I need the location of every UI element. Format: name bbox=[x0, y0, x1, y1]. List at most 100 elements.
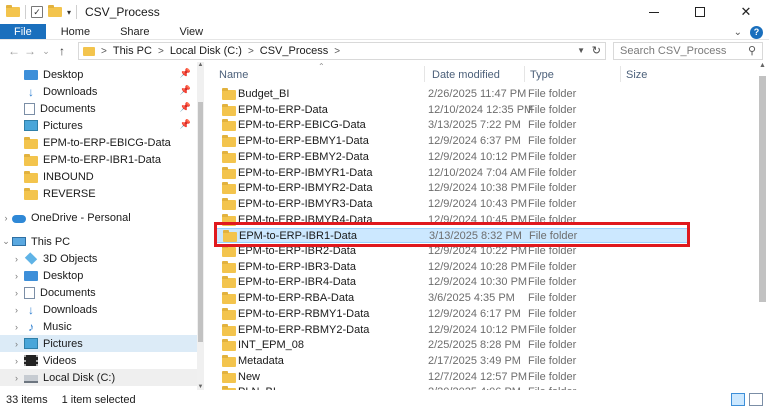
sidebar-item-this-pc[interactable]: ⌄ This PC bbox=[0, 233, 197, 250]
scroll-up-icon[interactable]: ▲ bbox=[756, 62, 769, 69]
large-icons-view-icon[interactable] bbox=[749, 393, 763, 406]
folder-icon bbox=[24, 153, 38, 166]
sidebar-item-documents[interactable]: › Documents bbox=[0, 284, 197, 301]
file-row[interactable]: EPM-to-ERP-IBR4-Data 12/9/2024 10:30 PM Fi… bbox=[216, 275, 690, 290]
recent-locations-button[interactable]: ⌄ bbox=[38, 46, 54, 57]
tab-view[interactable]: View bbox=[164, 24, 218, 39]
breadcrumb-csv-process[interactable]: CSV_Process bbox=[260, 45, 328, 57]
tab-home[interactable]: Home bbox=[46, 24, 105, 39]
file-row[interactable]: INT_EPM_08 2/25/2025 8:28 PM File folder bbox=[216, 338, 690, 353]
tab-file[interactable]: File bbox=[0, 24, 46, 39]
breadcrumb-local-disk[interactable]: Local Disk (C:) bbox=[170, 45, 242, 57]
column-divider[interactable] bbox=[524, 66, 525, 82]
properties-icon[interactable]: ✓ bbox=[31, 6, 43, 18]
folder-icon bbox=[222, 323, 236, 336]
back-button[interactable]: ← bbox=[6, 44, 22, 58]
chevron-right-icon[interactable]: > bbox=[334, 46, 340, 57]
sidebar-item-desktop[interactable]: › Desktop bbox=[0, 267, 197, 284]
search-input[interactable]: Search CSV_Process ⚲ bbox=[613, 42, 763, 60]
file-row[interactable]: Budget_BI 2/26/2025 11:47 PM File folder bbox=[216, 87, 690, 102]
help-icon[interactable]: ? bbox=[750, 25, 763, 39]
minimize-button[interactable] bbox=[631, 0, 677, 24]
sidebar-item-reverse[interactable]: REVERSE bbox=[0, 185, 197, 202]
file-row[interactable]: EPM-to-ERP-RBMY2-Data 12/9/2024 10:12 PM F… bbox=[216, 323, 690, 338]
sidebar-item-inbound[interactable]: INBOUND bbox=[0, 168, 197, 185]
chevron-right-icon[interactable]: › bbox=[0, 254, 24, 264]
file-row[interactable]: EPM-to-ERP-IBR3-Data 12/9/2024 10:28 PM Fi… bbox=[216, 260, 690, 275]
forward-button[interactable]: → bbox=[22, 44, 38, 58]
scroll-up-icon[interactable]: ▲ bbox=[197, 62, 204, 68]
sidebar-item-videos[interactable]: › Videos bbox=[0, 352, 197, 369]
column-header-date[interactable]: Date modified bbox=[432, 69, 500, 81]
file-name: EPM-to-ERP-Data bbox=[238, 103, 328, 116]
breadcrumb-this-pc[interactable]: This PC bbox=[113, 45, 152, 57]
scroll-down-icon[interactable]: ▼ bbox=[197, 384, 204, 390]
sidebar-item-label: Downloads bbox=[43, 303, 98, 316]
chevron-right-icon[interactable]: › bbox=[0, 288, 24, 298]
address-bar[interactable]: > This PC > Local Disk (C:) > CSV_Proces… bbox=[78, 42, 606, 60]
sidebar-scrollbar[interactable]: ▲ ▼ bbox=[197, 62, 204, 390]
file-list-scrollbar[interactable]: ▲ bbox=[756, 62, 769, 390]
chevron-down-icon[interactable]: ⌄ bbox=[0, 236, 12, 247]
desktop-icon bbox=[24, 270, 38, 281]
file-row[interactable]: EPM-to-ERP-RBMY1-Data 12/9/2024 6:17 PM Fi… bbox=[216, 307, 690, 322]
column-header-name[interactable]: Name bbox=[219, 69, 248, 81]
chevron-right-icon[interactable]: > bbox=[101, 46, 107, 57]
new-folder-icon[interactable] bbox=[48, 5, 62, 17]
sidebar-item-ebicg[interactable]: EPM-to-ERP-EBICG-Data bbox=[0, 134, 197, 151]
sidebar-item-documents-pinned[interactable]: Documents 📌 bbox=[0, 100, 197, 117]
sidebar-item-3d-objects[interactable]: › 3D Objects bbox=[0, 250, 197, 267]
chevron-right-icon[interactable]: › bbox=[0, 305, 24, 315]
column-divider[interactable] bbox=[424, 66, 425, 82]
file-row[interactable]: New 12/7/2024 12:57 PM File folder bbox=[216, 370, 690, 385]
chevron-right-icon[interactable]: › bbox=[0, 213, 12, 223]
sidebar-item-label: REVERSE bbox=[43, 187, 96, 200]
file-list-scroll-thumb[interactable] bbox=[759, 76, 766, 302]
chevron-right-icon[interactable]: › bbox=[0, 356, 24, 366]
sidebar-item-music[interactable]: › ♪ Music bbox=[0, 318, 197, 335]
sidebar-item-desktop-pinned[interactable]: Desktop 📌 bbox=[0, 66, 197, 83]
sidebar-item-downloads[interactable]: › ↓ Downloads bbox=[0, 301, 197, 318]
sidebar-item-pictures-pinned[interactable]: Pictures 📌 bbox=[0, 117, 197, 134]
sidebar-item-local-disk[interactable]: › Local Disk (C:) bbox=[0, 369, 197, 386]
file-row[interactable]: EPM-to-ERP-IBMYR1-Data 12/10/2024 7:04 AM… bbox=[216, 166, 690, 181]
file-row[interactable]: EPM-to-ERP-EBMY2-Data 12/9/2024 10:12 PM F… bbox=[216, 150, 690, 165]
chevron-right-icon[interactable]: › bbox=[0, 322, 24, 332]
chevron-down-icon[interactable]: ▼ bbox=[577, 46, 585, 55]
refresh-icon[interactable]: ↻ bbox=[592, 44, 601, 57]
folder-icon bbox=[222, 166, 236, 179]
chevron-right-icon[interactable]: › bbox=[0, 271, 24, 281]
sidebar-scroll-thumb[interactable] bbox=[198, 102, 203, 342]
folder-icon bbox=[222, 307, 236, 320]
column-header-type[interactable]: Type bbox=[530, 69, 554, 81]
file-row[interactable]: EPM-to-ERP-IBMYR3-Data 12/9/2024 10:43 PM… bbox=[216, 197, 690, 212]
file-date-modified: 12/10/2024 12:35 PM bbox=[428, 103, 534, 116]
details-view-icon[interactable] bbox=[731, 393, 745, 406]
chevron-right-icon[interactable]: › bbox=[0, 339, 24, 349]
sidebar-item-onedrive[interactable]: › OneDrive - Personal bbox=[0, 209, 197, 226]
sidebar-item-pictures[interactable]: › Pictures bbox=[0, 335, 197, 352]
column-divider[interactable] bbox=[620, 66, 621, 82]
file-row[interactable]: Metadata 2/17/2025 3:49 PM File folder bbox=[216, 354, 690, 369]
customize-toolbar-icon[interactable]: ▾ bbox=[67, 8, 71, 17]
file-row[interactable]: EPM-to-ERP-Data 12/10/2024 12:35 PM File f… bbox=[216, 103, 690, 118]
column-header-size[interactable]: Size bbox=[626, 69, 647, 81]
expand-ribbon-icon[interactable]: ⌄ bbox=[734, 27, 742, 38]
chevron-right-icon[interactable]: › bbox=[0, 373, 24, 383]
close-button[interactable]: ✕ bbox=[723, 0, 769, 24]
file-row[interactable]: EPM-to-ERP-EBICG-Data 3/13/2025 7:22 PM Fi… bbox=[216, 118, 690, 133]
download-icon: ↓ bbox=[28, 84, 34, 99]
file-row[interactable]: EPM-to-ERP-IBMYR2-Data 12/9/2024 10:38 PM… bbox=[216, 181, 690, 196]
file-row[interactable]: EPM-to-ERP-RBA-Data 3/6/2025 4:35 PM File … bbox=[216, 291, 690, 306]
sidebar-item-downloads-pinned[interactable]: ↓ Downloads 📌 bbox=[0, 83, 197, 100]
chevron-right-icon[interactable]: > bbox=[158, 46, 164, 57]
file-row[interactable]: EPM-to-ERP-EBMY1-Data 12/9/2024 6:37 PM Fi… bbox=[216, 134, 690, 149]
up-button[interactable]: ↑ bbox=[54, 44, 70, 58]
folder-icon bbox=[24, 136, 38, 149]
file-date-modified: 12/9/2024 10:30 PM bbox=[428, 276, 528, 289]
file-row[interactable]: PLN_BI 2/20/2025 4:06 PM File folder bbox=[216, 385, 690, 390]
sidebar-item-ibr1[interactable]: EPM-to-ERP-IBR1-Data bbox=[0, 151, 197, 168]
chevron-right-icon[interactable]: > bbox=[248, 46, 254, 57]
maximize-button[interactable] bbox=[677, 0, 723, 24]
tab-share[interactable]: Share bbox=[105, 24, 164, 39]
